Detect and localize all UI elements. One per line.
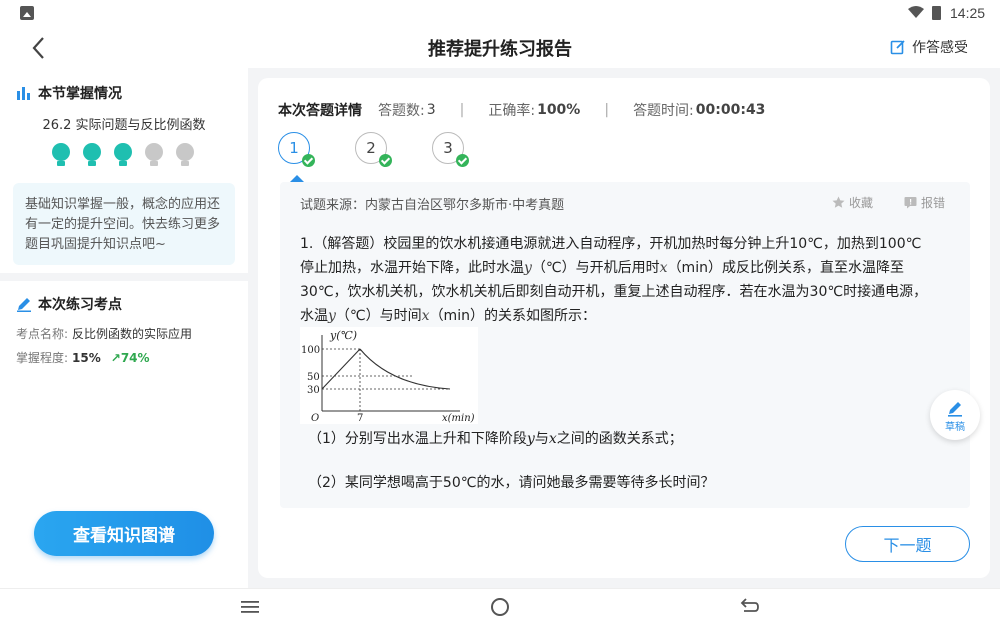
- heating-segment: [321, 348, 361, 390]
- question-panel: 试题来源：内蒙古自治区鄂尔多斯市·中考真题 收藏 报错 1.（解答题）校园里的饮…: [280, 182, 980, 508]
- question-source: 试题来源：内蒙古自治区鄂尔多斯市·中考真题: [300, 198, 565, 213]
- bar-chart-icon: [17, 87, 30, 100]
- mastery-heading: 本节掌握情况: [16, 83, 122, 103]
- next-question-button[interactable]: 下一题: [845, 526, 970, 562]
- question-stem: 1.（解答题）校园里的饮水机接通电源就进入自动程序，开机加热时每分钟上升10℃，…: [300, 236, 928, 324]
- clock: 14:25: [950, 5, 986, 21]
- y-axis-label: y(℃): [329, 329, 357, 342]
- bulb-icon-unlit: [145, 143, 163, 166]
- origin-label: O: [311, 413, 319, 424]
- report-icon: [904, 197, 917, 209]
- tip-box: 基础知识掌握一般，概念的应用还有一定的提升空间。快去练习更多题目巩固提升知识点吧…: [13, 183, 235, 265]
- temperature-graph: y(℃) x(min) O 100 50 30 7: [300, 327, 478, 424]
- sub-question-2: （2）某同学想喝高于50℃的水，请问她最多需要等待多长时间？: [308, 475, 715, 491]
- question-tab-3[interactable]: 3: [432, 132, 469, 167]
- y-tick-50: 50: [307, 372, 320, 383]
- home-icon[interactable]: [491, 598, 509, 616]
- back-icon[interactable]: [738, 598, 760, 616]
- y-tick-100: 100: [301, 345, 320, 356]
- x-tick-7: 7: [357, 413, 363, 424]
- battery-icon: [932, 6, 941, 20]
- status-bar: 14:25: [0, 0, 1000, 28]
- question-tab-1[interactable]: 1: [278, 132, 315, 167]
- wifi-icon: [908, 6, 924, 18]
- divider: [0, 273, 248, 281]
- menu-icon[interactable]: [240, 599, 260, 615]
- kp-name-row: 考点名称: 反比例函数的实际应用: [16, 327, 193, 341]
- bulb-icon-lit: [52, 143, 70, 166]
- bulb-icon-lit: [83, 143, 101, 166]
- sidebar: 本节掌握情况 26.2 实际问题与反比例函数 基础知识掌握一般，概念的应用还有一…: [0, 68, 248, 588]
- answer-count: 3: [426, 102, 436, 118]
- pen-icon: [948, 401, 962, 417]
- kp-level-row: 掌握程度: 15% ↗74%: [16, 351, 150, 365]
- bulb-icon-unlit: [176, 143, 194, 166]
- mastery-bulbs: [50, 142, 205, 168]
- gallery-icon: [20, 6, 34, 20]
- knowledge-map-button[interactable]: 查看知识图谱: [34, 511, 214, 556]
- x-axis-label: x(min): [442, 413, 475, 424]
- question-tab-2[interactable]: 2: [355, 132, 392, 167]
- header: 推荐提升练习报告 作答感受: [0, 28, 1000, 68]
- question-nav: 1 2 3: [278, 132, 509, 167]
- report-error-button[interactable]: 报错: [904, 194, 945, 211]
- active-tab-pointer: [290, 175, 304, 182]
- feedback-button[interactable]: 作答感受: [890, 37, 968, 57]
- feedback-label: 作答感受: [912, 40, 968, 56]
- knowledge-point-heading: 本次练习考点: [16, 294, 122, 314]
- answer-time: 00:00:43: [695, 102, 766, 118]
- collect-button[interactable]: 收藏: [832, 194, 873, 211]
- check-icon: [302, 154, 315, 167]
- bulb-icon-lit: [114, 143, 132, 166]
- star-icon: [832, 196, 845, 208]
- pencil-icon: [17, 298, 31, 312]
- system-nav-bar: [0, 588, 1000, 625]
- accuracy-value: 100%: [537, 102, 581, 118]
- cooling-curve: [359, 348, 451, 390]
- check-icon: [379, 154, 392, 167]
- page-title: 推荐提升练习报告: [428, 39, 572, 60]
- report-card: 本次答题详情 答题数: 3 | 正确率: 100% | 答题时间: 00:00:…: [258, 78, 990, 578]
- y-tick-30: 30: [307, 385, 320, 396]
- sub-question-1: （1）分别写出水温上升和下降阶段y与x之间的函数关系式；: [308, 431, 683, 447]
- answer-stats: 本次答题详情 答题数: 3 | 正确率: 100% | 答题时间: 00:00:…: [278, 102, 766, 119]
- chapter-name: 26.2 实际问题与反比例函数: [42, 118, 206, 133]
- draft-button[interactable]: 草稿: [930, 390, 980, 440]
- check-icon: [456, 154, 469, 167]
- edit-icon: [890, 40, 905, 55]
